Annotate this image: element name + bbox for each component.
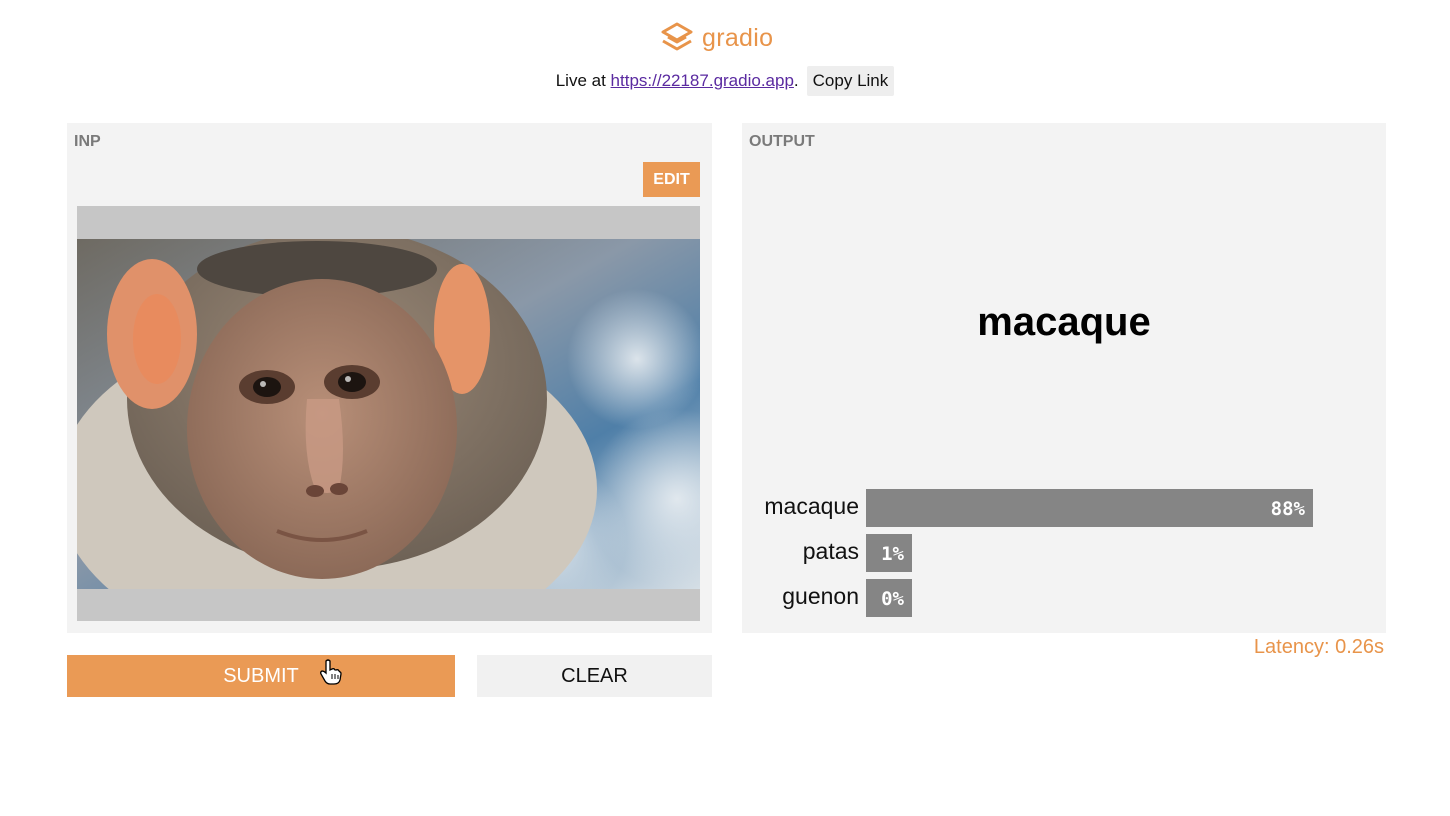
latency-text: Latency: 0.26s bbox=[1253, 636, 1384, 658]
live-suffix: . bbox=[793, 71, 799, 90]
output-panel: OUTPUT macaque macaque 88% patas 1% guen… bbox=[742, 123, 1386, 633]
clear-button[interactable]: CLEAR bbox=[477, 655, 712, 697]
confidence-value: 88% bbox=[1270, 498, 1305, 520]
confidence-bar: 1% bbox=[866, 534, 912, 572]
gradio-logo-icon bbox=[661, 22, 693, 51]
confidence-row: patas 1% bbox=[742, 534, 1386, 572]
confidence-label: macaque bbox=[764, 493, 859, 519]
live-prefix: Live at bbox=[555, 71, 606, 90]
confidence-row: guenon 0% bbox=[742, 579, 1386, 617]
confidence-label: patas bbox=[802, 538, 859, 564]
logo-text: gradio bbox=[702, 23, 774, 52]
live-url-link[interactable]: https://22187.gradio.app bbox=[611, 71, 794, 91]
image-input-area[interactable] bbox=[77, 206, 700, 621]
input-panel-label: INP bbox=[74, 133, 101, 150]
macaque-photo bbox=[77, 239, 700, 589]
live-link-bar: Live at https://22187.gradio.app. Copy L… bbox=[0, 66, 1450, 96]
hand-cursor-icon bbox=[320, 659, 342, 685]
gradio-logo: gradio bbox=[660, 20, 773, 56]
input-panel: INP EDIT bbox=[67, 123, 712, 633]
confidence-value: 0% bbox=[881, 588, 904, 610]
output-panel-label: OUTPUT bbox=[749, 133, 815, 150]
edit-button[interactable]: EDIT bbox=[643, 162, 700, 197]
confidence-row: macaque 88% bbox=[742, 489, 1386, 527]
predicted-label: macaque bbox=[977, 300, 1151, 344]
confidence-bar: 0% bbox=[866, 579, 912, 617]
confidence-value: 1% bbox=[881, 543, 904, 565]
copy-link-button[interactable]: Copy Link bbox=[806, 66, 895, 96]
confidence-label: guenon bbox=[782, 583, 859, 609]
submit-button[interactable]: SUBMIT bbox=[67, 655, 455, 697]
confidence-bar: 88% bbox=[866, 489, 1313, 527]
